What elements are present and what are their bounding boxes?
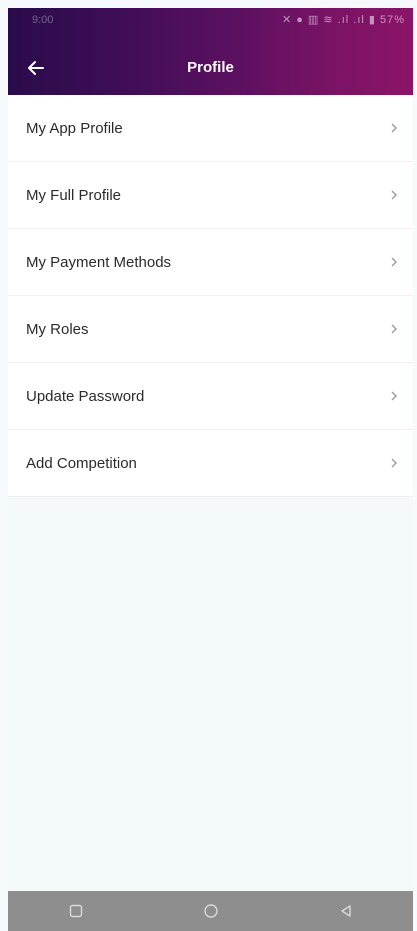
screen: 9:00 ✕ ● ▥ ≋ .ıl .ıl ▮ 57% Profile My Ap… [8, 8, 413, 931]
menu-item-label: My Full Profile [26, 186, 122, 204]
app-bar: 9:00 ✕ ● ▥ ≋ .ıl .ıl ▮ 57% Profile [8, 8, 413, 95]
system-nav-bar [8, 891, 413, 931]
menu-item-my-full-profile[interactable]: My Full Profile [8, 162, 413, 229]
recents-button[interactable] [56, 891, 96, 931]
menu-item-label: Update Password [26, 387, 145, 405]
chevron-right-icon [387, 389, 401, 403]
home-icon [203, 904, 218, 918]
menu-item-label: Add Competition [26, 454, 137, 472]
profile-menu: My App Profile My Full Profile My Paymen… [8, 95, 413, 497]
system-back-button[interactable] [326, 891, 366, 931]
menu-item-label: My Payment Methods [26, 253, 172, 271]
status-bar: 9:00 ✕ ● ▥ ≋ .ıl .ıl ▮ 57% [8, 8, 413, 34]
recents-icon [69, 904, 82, 918]
menu-item-label: My App Profile [26, 119, 123, 137]
status-time: 9:00 [32, 14, 54, 26]
home-button[interactable] [191, 891, 231, 931]
menu-item-add-competition[interactable]: Add Competition [8, 430, 413, 497]
back-triangle-icon [340, 905, 351, 917]
page-title: Profile [187, 59, 234, 76]
chevron-right-icon [387, 121, 401, 135]
chevron-right-icon [387, 255, 401, 269]
menu-item-my-roles[interactable]: My Roles [8, 296, 413, 363]
chevron-right-icon [387, 322, 401, 336]
status-icons: ✕ ● ▥ ≋ .ıl .ıl ▮ 57% [281, 14, 405, 26]
menu-item-my-payment-methods[interactable]: My Payment Methods [8, 229, 413, 296]
chevron-right-icon [387, 188, 401, 202]
chevron-right-icon [387, 456, 401, 470]
menu-item-update-password[interactable]: Update Password [8, 363, 413, 430]
menu-item-label: My Roles [26, 320, 89, 338]
menu-item-my-app-profile[interactable]: My App Profile [8, 95, 413, 162]
